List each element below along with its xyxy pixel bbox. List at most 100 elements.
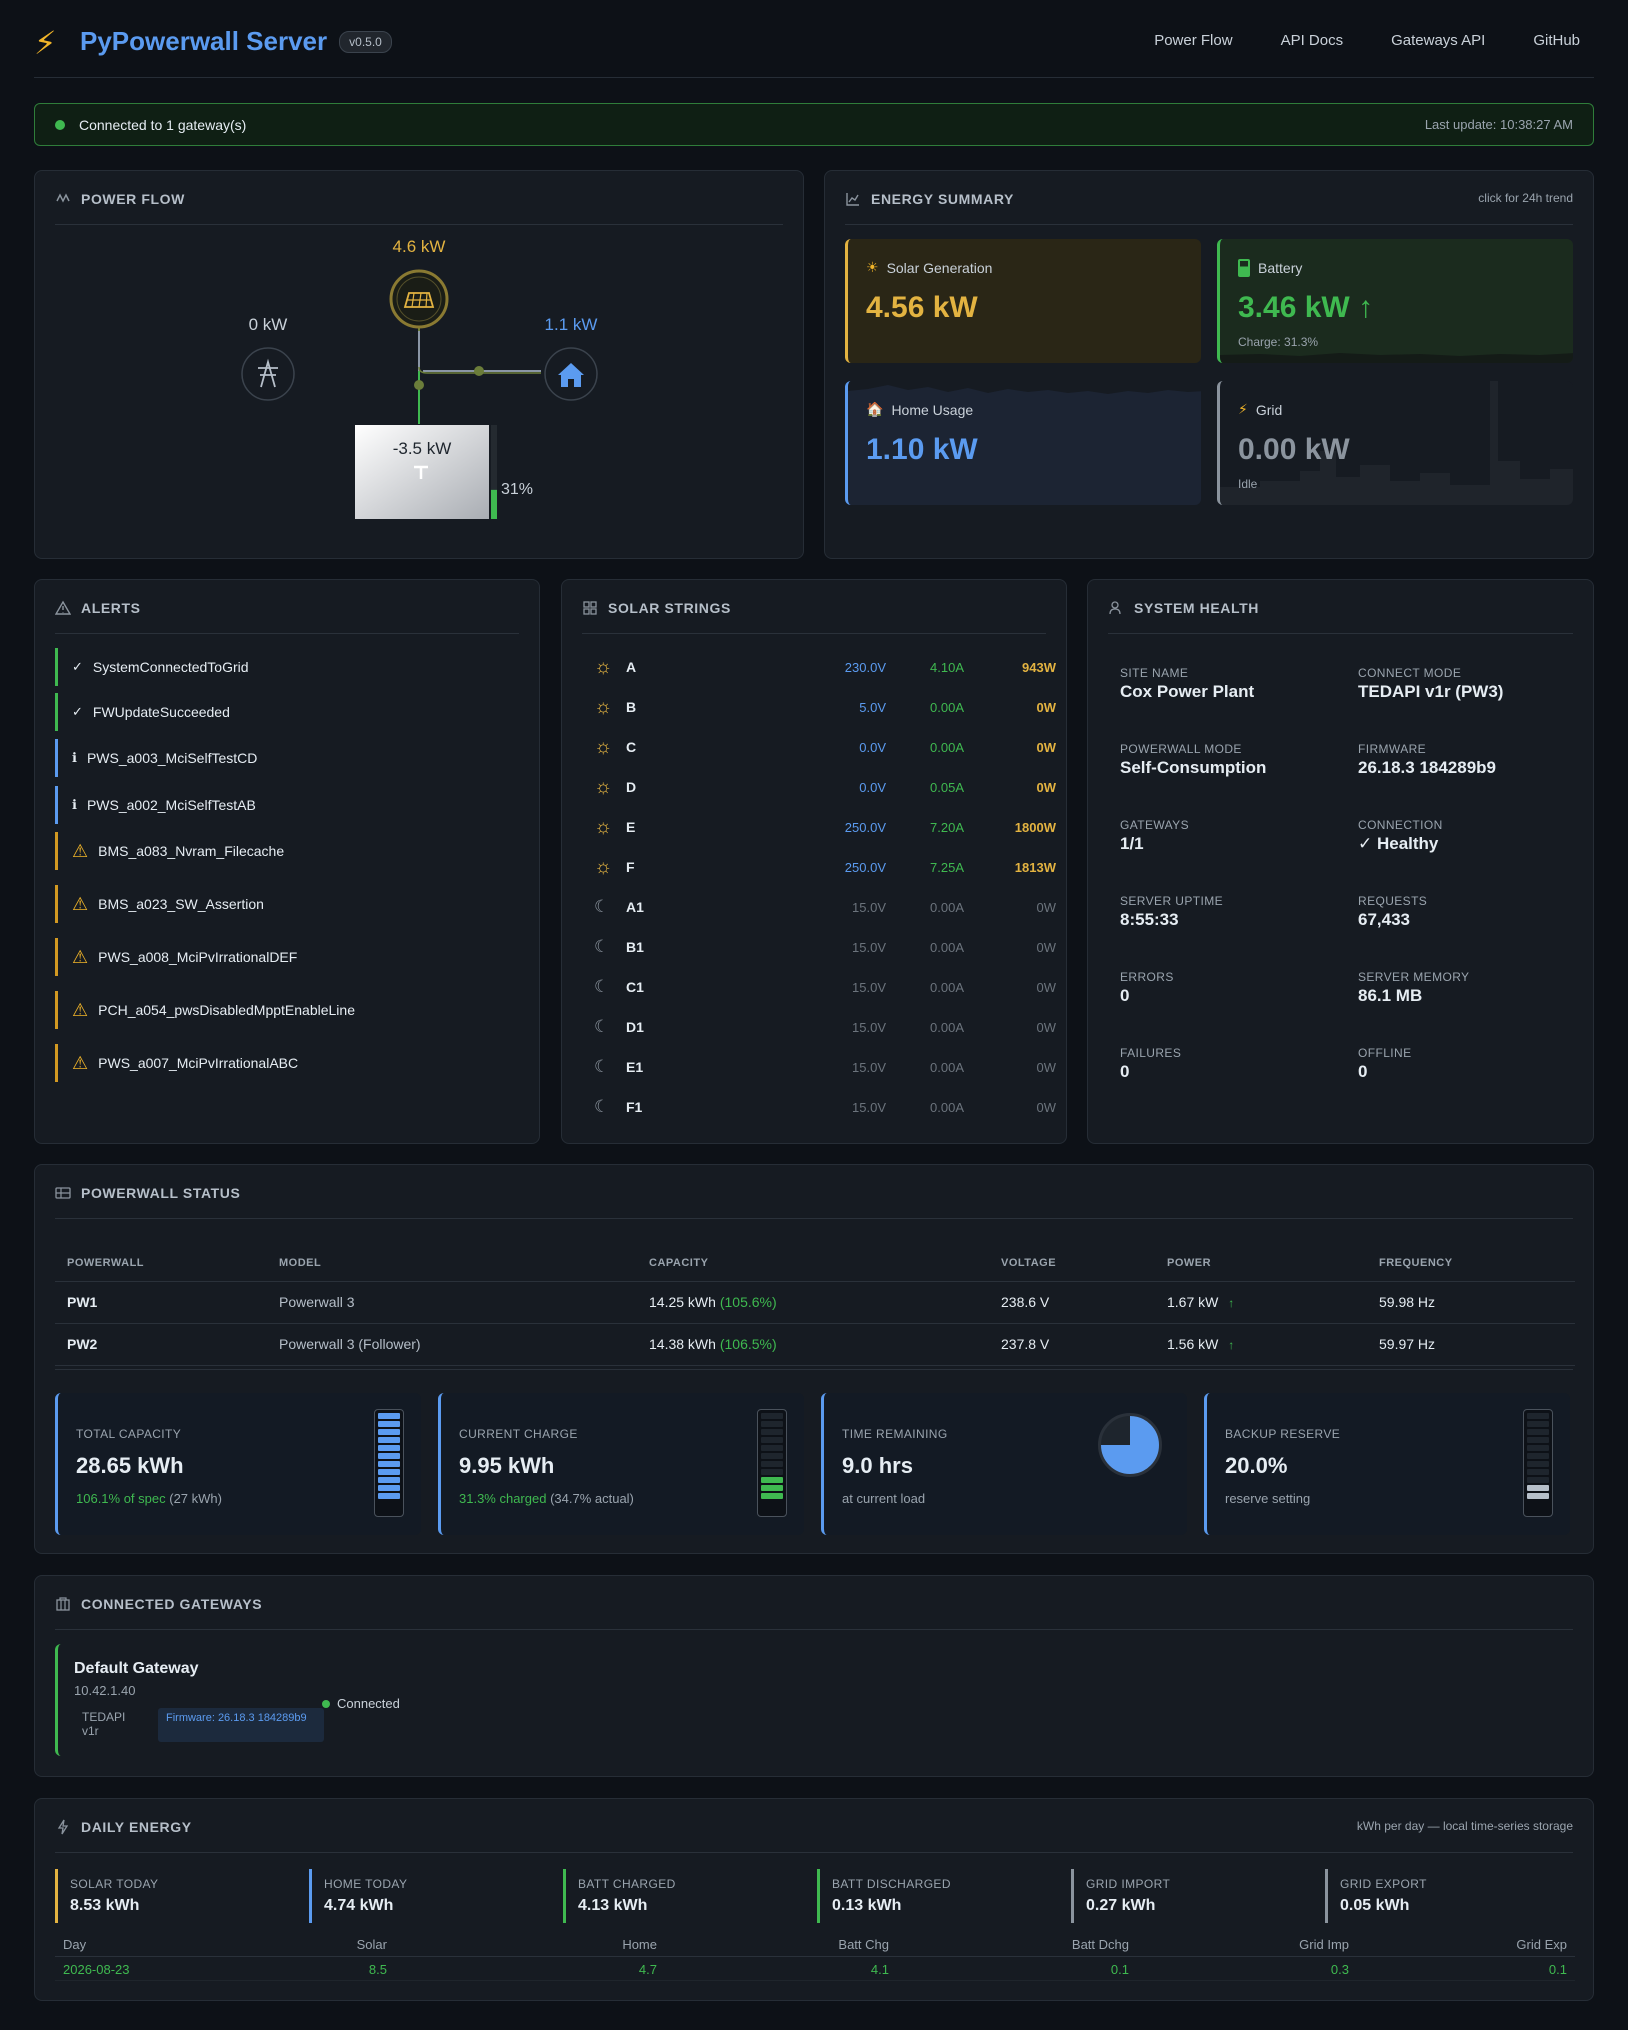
alert-text: SystemConnectedToGrid: [92, 659, 249, 675]
health-value: ✓ Healthy: [1358, 834, 1439, 853]
string-name: E1: [626, 1059, 644, 1075]
alert-item[interactable]: ⚠ PCH_a054_pwsDisabledMpptEnableLine: [55, 991, 521, 1029]
daily-stat: BATT DISCHARGED 0.13 kWh: [817, 1869, 1017, 1923]
trend-hint[interactable]: click for 24h trend: [1478, 191, 1573, 205]
daily-stat-label: BATT DISCHARGED: [832, 1877, 951, 1891]
alert-item[interactable]: ⚠ BMS_a023_SW_Assertion: [55, 885, 521, 923]
stat-note: (27 kWh): [165, 1491, 222, 1506]
string-current: 4.10A: [930, 659, 964, 675]
nav-github[interactable]: GitHub: [1533, 32, 1580, 49]
string-name: A: [626, 659, 637, 675]
moon-icon: ☾: [594, 897, 610, 916]
health-label: SITE NAME: [1120, 666, 1189, 680]
col-frequency: FREQUENCY: [1367, 1245, 1575, 1282]
nav-gateways-api[interactable]: Gateways API: [1391, 32, 1485, 49]
solar-tile[interactable]: ☀ Solar Generation 4.56 kW: [845, 239, 1201, 363]
alert-text: PCH_a054_pwsDisabledMpptEnableLine: [98, 1002, 355, 1018]
warning-icon: ⚠: [72, 1052, 89, 1073]
health-label: REQUESTS: [1358, 894, 1428, 908]
solar-string-row: ☼ F 250.0V 7.25A 1813W: [594, 855, 1060, 878]
powerwall-capacity: 14.25 kWh (105.6%): [637, 1281, 989, 1324]
bolt-logo-icon: ⚡: [34, 24, 57, 61]
alert-item[interactable]: ⚠ BMS_a083_Nvram_Filecache: [55, 832, 521, 870]
col-powerwall: POWERWALL: [55, 1245, 267, 1282]
stat-highlight: 31.3% charged: [459, 1491, 547, 1506]
battery-tile[interactable]: Battery 3.46 kW ↑ Charge: 31.3%: [1217, 239, 1573, 363]
daily-col-3: Batt Chg: [838, 1937, 889, 1952]
power-flow-card: POWER FLOW 4.6 kW 0 kW 1.1 kW -3.5 kW 31…: [34, 170, 804, 559]
warning-icon: ⚠: [72, 946, 89, 967]
alert-item[interactable]: ⚠ PWS_a007_MciPvIrrationalABC: [55, 1044, 521, 1082]
powerwall-table: POWERWALL MODEL CAPACITY VOLTAGE POWER F…: [55, 1245, 1575, 1366]
alert-text: BMS_a083_Nvram_Filecache: [98, 843, 285, 859]
solar-strings-title: SOLAR STRINGS: [582, 600, 1046, 634]
stat-sub: reserve setting: [1225, 1491, 1310, 1506]
string-voltage: 0.0V: [859, 779, 886, 795]
string-voltage: 15.0V: [852, 939, 886, 955]
sun-icon: ☼: [594, 655, 613, 678]
moon-icon: ☾: [594, 937, 610, 956]
stat-sub: 31.3% charged (34.7% actual): [459, 1491, 634, 1506]
home-power-value: 1.1 kW: [544, 315, 598, 334]
energy-summary-card[interactable]: ENERGY SUMMARY click for 24h trend ☀ Sola…: [824, 170, 1594, 559]
string-voltage: 230.0V: [844, 659, 886, 675]
nav-power-flow[interactable]: Power Flow: [1154, 32, 1232, 49]
health-label: FAILURES: [1120, 1046, 1182, 1060]
powerwall-stat: TIME REMAINING 9.0 hrs at current load: [821, 1393, 1187, 1535]
string-voltage: 15.0V: [852, 1099, 886, 1115]
time-remaining-pie: [1098, 1413, 1162, 1477]
table-row: PW1 Powerwall 3 14.25 kWh (105.6%) 238.6 V1…: [55, 1281, 1575, 1324]
battery-power-value: -3.5 kW: [392, 439, 452, 458]
grid-power-value: 0 kW: [248, 315, 288, 334]
alert-item[interactable]: ✓ SystemConnectedToGrid: [55, 648, 521, 686]
daily-cell: 0.3: [1330, 1962, 1349, 1977]
daily-stat-value: 0.13 kWh: [832, 1897, 902, 1914]
string-voltage: 250.0V: [844, 819, 886, 835]
alert-item[interactable]: ℹ PWS_a003_MciSelfTestCD: [55, 739, 521, 777]
daily-stat-value: 0.05 kWh: [1340, 1897, 1410, 1914]
gateway-item[interactable]: Default Gateway 10.42.1.40 TEDAPI v1r Fi…: [55, 1644, 415, 1756]
home-sparkline: [848, 381, 1201, 394]
alert-item[interactable]: ✓ FWUpdateSucceeded: [55, 693, 521, 731]
charge-arrow-icon: ↑: [1228, 1338, 1235, 1352]
grid-tile[interactable]: ⚡ Grid 0.00 kW Idle: [1217, 381, 1573, 505]
alert-item[interactable]: ℹ PWS_a002_MciSelfTestAB: [55, 786, 521, 824]
daily-stat-label: GRID EXPORT: [1340, 1877, 1427, 1891]
info-icon: ℹ: [72, 797, 77, 812]
string-current: 0.00A: [930, 1019, 964, 1035]
gateway-ip: 10.42.1.40: [74, 1683, 136, 1698]
connection-banner: Connected to 1 gateway(s) Last update: 1…: [34, 103, 1594, 146]
health-label: CONNECT MODE: [1358, 666, 1462, 680]
grid-status: Idle: [1238, 477, 1258, 491]
sun-icon: ☼: [594, 815, 613, 838]
health-label: GATEWAYS: [1120, 818, 1189, 832]
moon-icon: ☾: [594, 1057, 610, 1076]
sun-icon: ☼: [594, 855, 613, 878]
daily-cell: 2026-08-23: [63, 1962, 130, 1977]
health-value: 1/1: [1120, 834, 1144, 853]
string-name: C: [626, 739, 637, 755]
daily-cell: 4.7: [638, 1962, 657, 1977]
string-name: F: [626, 859, 635, 875]
daily-stat-label: SOLAR TODAY: [70, 1877, 159, 1891]
alert-item[interactable]: ⚠ PWS_a008_MciPvIrrationalDEF: [55, 938, 521, 976]
daily-stat-label: BATT CHARGED: [578, 1877, 676, 1891]
health-value: TEDAPI v1r (PW3): [1358, 682, 1504, 701]
alerts-title: ALERTS: [55, 600, 519, 634]
nav-api-docs[interactable]: API Docs: [1281, 32, 1344, 49]
flow-dot: [474, 366, 484, 376]
battery-icon: [1238, 259, 1250, 277]
stat-label: TOTAL CAPACITY: [76, 1427, 182, 1441]
capacity-percent: (106.5%): [719, 1336, 777, 1352]
powerwall-model: Powerwall 3: [267, 1281, 637, 1324]
system-health-card: SYSTEM HEALTH SITE NAME Cox Power Plant CO…: [1087, 579, 1594, 1144]
solar-string-row: ☾ C1 15.0V 0.00A 0W: [594, 977, 1060, 997]
system-health-title: SYSTEM HEALTH: [1108, 600, 1573, 634]
powerwall-status-title: POWERWALL STATUS: [55, 1185, 1573, 1219]
solar-power-value: 4.6 kW: [392, 237, 446, 256]
home-tile[interactable]: 🏠 Home Usage 1.10 kW: [845, 381, 1201, 505]
solar-string-row: ☼ E 250.0V 7.20A 1800W: [594, 815, 1060, 838]
grid-node: [241, 347, 295, 401]
gateway-status-dot: [322, 1699, 330, 1708]
string-current: 0.00A: [930, 939, 964, 955]
